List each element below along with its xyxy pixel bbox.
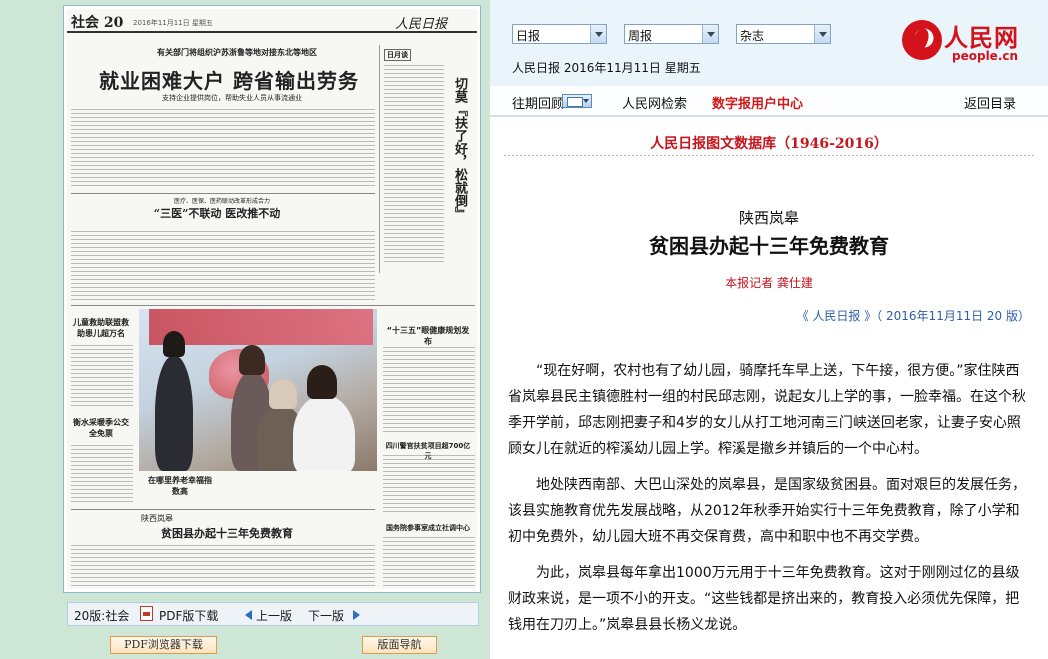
newspaper-panel: 社会 20 2016年11月11日 星期五 人民日报 有关部门将组织沪苏浙鲁等地… [0, 0, 490, 659]
chevron-down-icon[interactable] [702, 25, 718, 43]
pdf-download-link[interactable]: PDF版下载 [159, 607, 218, 624]
arrow-left-icon[interactable] [245, 610, 252, 620]
nav-back-issues[interactable]: 往期回顾 [512, 93, 564, 112]
photo-person [307, 365, 337, 399]
layout-navigation-button[interactable]: 版面导航 [362, 636, 437, 654]
paper-text-block [383, 455, 475, 515]
paper-text-block [71, 231, 375, 301]
logo-chinese-text: 人民网 [944, 23, 1019, 52]
chevron-down-icon[interactable] [590, 25, 606, 43]
paper-side-title: 日月谈 [384, 49, 411, 61]
weekly-select-value: 周报 [628, 29, 653, 43]
paper-photo-caption: 在哪里养老幸福指数高 [148, 476, 212, 496]
paper-winter-title[interactable]: 衡水采暖季公交全免票 [71, 417, 131, 439]
article-body: “现在好啊，农村也有了幼儿园，骑摩托车早上送，下午接，很方便。”家住陕西省岚皋县… [508, 358, 1026, 648]
nav-people-search[interactable]: 人民网检索 [622, 93, 687, 112]
calendar-icon[interactable] [562, 94, 592, 108]
arrow-right-icon[interactable] [353, 610, 360, 620]
current-section-label: 20版:社会 [74, 609, 130, 623]
article-paragraph: 为此，岚皋县每年拿出1000万元用于十三年免费教育。这对于刚刚过亿的县级财政来说… [508, 565, 1020, 633]
magazine-select[interactable]: 杂志 [736, 24, 831, 44]
paper-state-council-title[interactable]: 国务院参事室成立社调中心 [383, 523, 473, 533]
chevron-down-icon[interactable] [814, 25, 830, 43]
next-page-link[interactable]: 下一版 [308, 607, 344, 624]
paper-sanyi-title[interactable]: “三医”不联动 医改推不动 [107, 205, 327, 221]
paper-text-block [71, 545, 375, 589]
photo-person [293, 395, 355, 471]
photo-person [155, 355, 193, 471]
paper-text-block [71, 445, 133, 505]
photo-person [239, 345, 265, 375]
paper-text-block [384, 65, 444, 265]
newspaper-page-image[interactable]: 社会 20 2016年11月11日 星期五 人民日报 有关部门将组织沪苏浙鲁等地… [67, 9, 477, 589]
paper-sanyi-kicker: 医疗、医保、医药联动改革形成合力 [173, 198, 270, 205]
paper-text-block [71, 345, 133, 409]
nav-user-center[interactable]: 数字报用户中心 [712, 93, 803, 112]
article-source: 《 人民日报 》（ 2016年11月11日 20 版） [796, 309, 1030, 323]
paper-text-block [383, 537, 475, 589]
paper-divider [71, 193, 375, 194]
pdf-icon[interactable] [140, 606, 153, 621]
photo-person [163, 331, 185, 357]
database-title: 人民日报图文数据库（1946-2016） [650, 136, 888, 152]
paper-side-vertical-title: 切莫『扶了好，松就倒』 [452, 77, 467, 220]
paper-text-block [71, 109, 375, 189]
previous-page-link[interactable]: 上一版 [256, 607, 292, 624]
paper-plan-title[interactable]: “十三五”眼健康规划发布 [383, 325, 473, 347]
article-pre-title: 陕西岚皋 [738, 209, 799, 227]
paper-text-block [383, 347, 475, 435]
magazine-select-value: 杂志 [740, 29, 765, 43]
paper-section-label: 社会 20 [71, 15, 124, 31]
paper-kicker: 有关部门将组织沪苏浙鲁等地对接东北等地区 [157, 48, 317, 57]
paper-divider [71, 305, 475, 306]
paper-masthead: 社会 20 2016年11月11日 星期五 人民日报 [67, 9, 477, 33]
paper-deck: 支持企业提供岗位，帮助失业人员从事流通业 [162, 94, 302, 102]
article-panel: 日报 周报 杂志 人民日报 2016年11月11日 星期五 人民网 people… [490, 0, 1048, 659]
article-title: 贫困县办起十三年免费教育 [649, 234, 889, 258]
pdf-browser-download-button[interactable]: PDF浏览器下载 [110, 636, 217, 654]
paper-headline[interactable]: 就业困难大户 跨省输出劳务 [81, 65, 377, 94]
logo-domain-text: people.cn [952, 49, 1019, 63]
dotted-divider [504, 155, 1034, 156]
people-cn-logo[interactable]: 人民网 people.cn [900, 14, 1040, 70]
paper-region-label: 陕西岚皋 [141, 514, 173, 523]
article-byline: 本报记者 龚仕建 [725, 276, 813, 290]
top-nav: 往期回顾 人民网检索 数字报用户中心 返回目录 [490, 86, 1048, 116]
article-paragraph: “现在好啊，农村也有了幼儿园，骑摩托车早上送，下午接，很方便。”家住陕西省岚皋县… [508, 363, 1026, 457]
article-content: 人民日报图文数据库（1946-2016） 陕西岚皋 贫困县办起十三年免费教育 本… [490, 117, 1048, 659]
paper-logo: 人民日报 [394, 17, 447, 32]
page-navigation-bar: 20版:社会 PDF版下载 上一版 下一版 [67, 602, 479, 626]
people-cn-logo-icon [902, 20, 942, 60]
paper-side-column[interactable]: 日月谈 切莫『扶了好，松就倒』 [379, 45, 475, 273]
daily-select[interactable]: 日报 [512, 24, 607, 44]
weekly-select[interactable]: 周报 [624, 24, 719, 44]
nav-return-contents[interactable]: 返回目录 [964, 93, 1016, 112]
article-paragraph: 地处陕西南部、大巴山深处的岚皋县，是国家级贫困县。面对艰巨的发展任务，该县实施教… [508, 477, 1026, 545]
issue-date: 人民日报 2016年11月11日 星期五 [512, 61, 701, 75]
daily-select-value: 日报 [516, 29, 541, 43]
newspaper-page-frame: 社会 20 2016年11月11日 星期五 人民日报 有关部门将组织沪苏浙鲁等地… [63, 5, 481, 593]
paper-photo[interactable] [139, 309, 377, 471]
paper-divider [71, 509, 375, 510]
paper-date: 2016年11月11日 星期五 [133, 19, 213, 27]
site-header: 日报 周报 杂志 人民日报 2016年11月11日 星期五 人民网 people… [490, 0, 1048, 86]
paper-children-title[interactable]: 儿童救助联盟救助患儿超万名 [71, 317, 131, 339]
paper-article-title[interactable]: 贫困县办起十三年免费教育 [137, 525, 317, 541]
photo-person [269, 379, 297, 409]
